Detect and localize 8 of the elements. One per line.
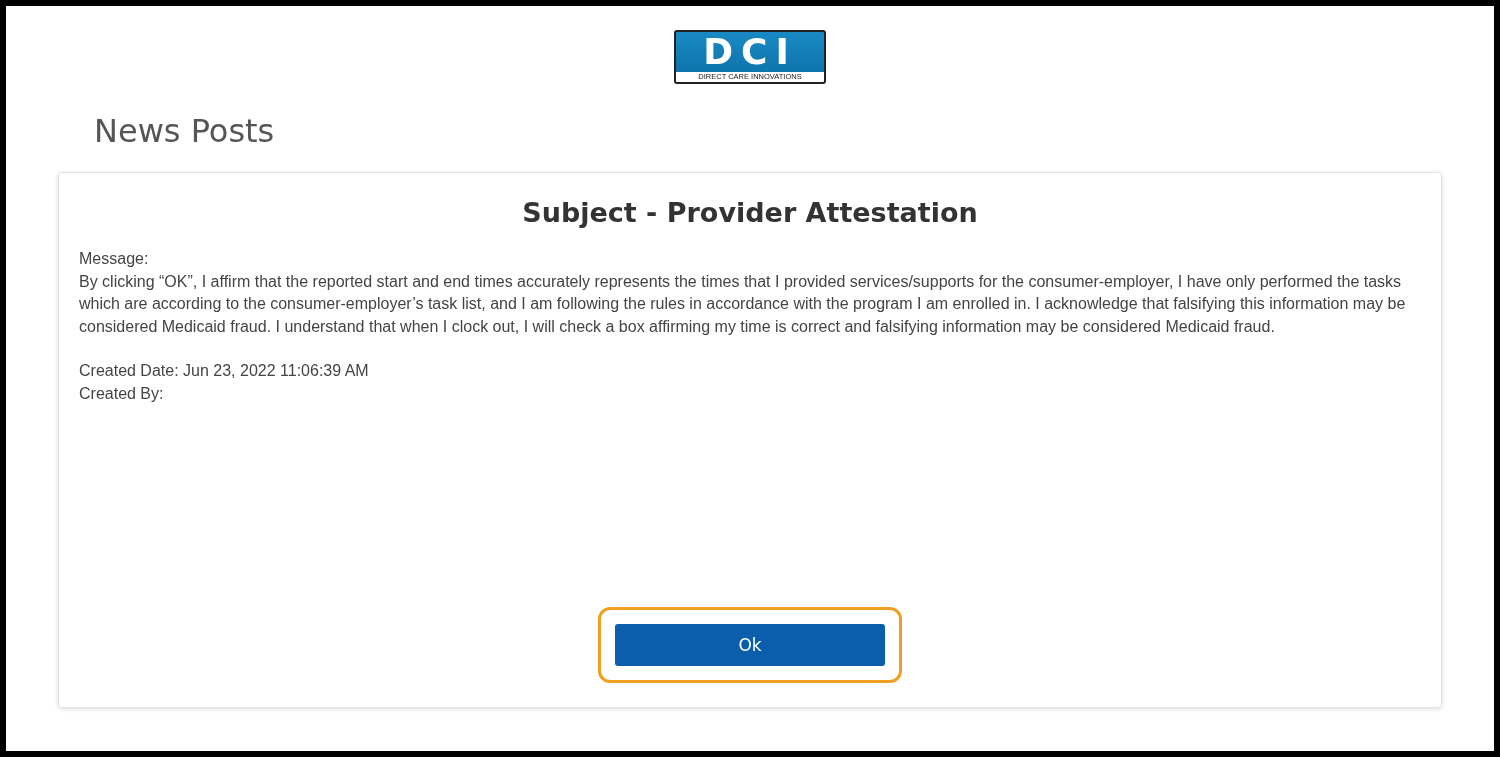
ok-button[interactable]: Ok	[615, 624, 885, 666]
page-title: News Posts	[94, 112, 275, 150]
message-text: By clicking “OK”, I affirm that the reported start and end times accurately represents the times that I provided services/supports for the consumer-employer, I have only performed the tasks which are according to the consumer-employer’s task list, and I am following the rules in accordance with the program I am enrolled in. I acknowledge that falsifying this information may be considered Medicaid fraud. I understand that when I clock out, I will check a box affirming my time is correct and falsifying information may be considered Medicaid fraud.	[79, 271, 1407, 337]
post-subject: Subject - Provider Attestation	[521, 197, 979, 228]
created-date: Created Date: Jun 23, 2022 11:06:39 AM	[79, 361, 370, 381]
message-label: Message:	[79, 249, 150, 269]
logo-mark: DCI	[703, 32, 797, 72]
created-by: Created By:	[79, 383, 165, 404]
